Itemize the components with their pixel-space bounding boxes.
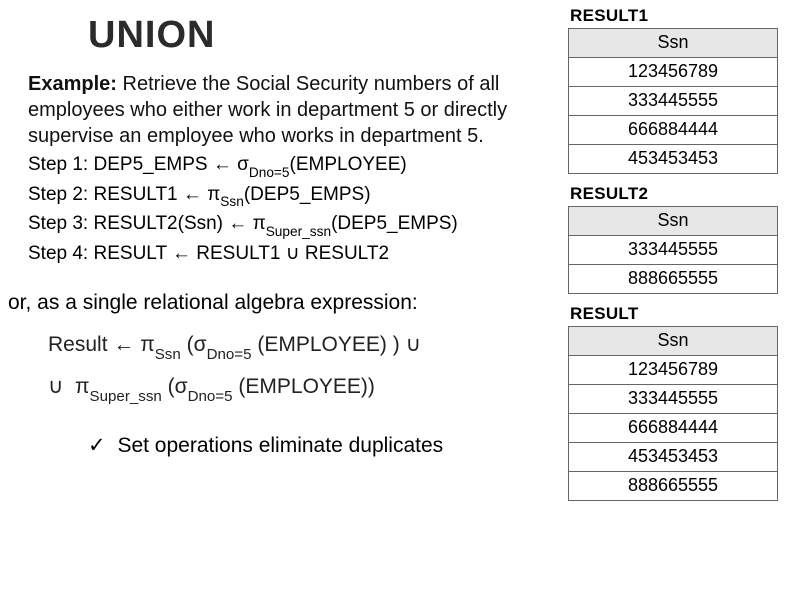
paren: (: [168, 375, 175, 398]
table-row: 123456789: [569, 58, 778, 87]
pi-icon: π: [207, 184, 220, 205]
expr-sub: Dno=5: [249, 165, 290, 180]
result-block: RESULT2Ssn333445555888665555: [568, 184, 790, 294]
expr-lhs: RESULT: [94, 243, 167, 264]
pi-icon: π: [140, 333, 155, 356]
assign-arrow-icon: ←: [228, 213, 247, 234]
table-cell: 666884444: [569, 116, 778, 145]
pi-icon: π: [75, 375, 90, 398]
table-header-cell: Ssn: [569, 327, 778, 356]
paren: (: [187, 333, 194, 356]
step-label: Step 3:: [28, 213, 88, 234]
expr-arg: (EMPLOYEE): [290, 154, 407, 175]
footnote-text: Set operations eliminate duplicates: [117, 434, 443, 457]
expr-arg: (EMPLOYEE)): [238, 375, 375, 398]
sigma-icon: σ: [194, 333, 207, 356]
table-row: 666884444: [569, 414, 778, 443]
assign-arrow-icon: ←: [213, 154, 232, 175]
union-icon: ∪: [406, 333, 421, 356]
step-4: Step 4: RESULT ← RESULT1 ∪ RESULT2: [28, 240, 550, 268]
result-title: RESULT2: [570, 184, 790, 204]
footnote: ✓ Set operations eliminate duplicates: [88, 433, 550, 458]
table-cell: 123456789: [569, 58, 778, 87]
slide: UNION Example: Retrieve the Social Secur…: [0, 0, 800, 600]
step-expression: DEP5_EMPS ← σDno=5(EMPLOYEE): [94, 154, 407, 175]
table-cell: 333445555: [569, 87, 778, 116]
expr-lhs: RESULT2(Ssn): [94, 213, 224, 234]
checkmark-icon: ✓: [88, 434, 106, 457]
table-row: 888665555: [569, 265, 778, 294]
table-cell: 453453453: [569, 145, 778, 174]
table-cell: 888665555: [569, 265, 778, 294]
step-expression: RESULT ← RESULT1 ∪ RESULT2: [94, 243, 390, 264]
expr-sub: Super_ssn: [90, 388, 162, 405]
combined-line-2: ∪ πSuper_ssn (σDno=5 (EMPLOYEE)): [48, 367, 550, 409]
table-row: 453453453: [569, 145, 778, 174]
expr-sub: Super_ssn: [266, 224, 331, 239]
results-column: RESULT1Ssn123456789333445555666884444453…: [568, 6, 790, 511]
combined-expression: Result ← πSsn (σDno=5 (EMPLOYEE) ) ∪ ∪ π…: [48, 325, 550, 409]
expr-arg: RESULT2: [305, 243, 389, 264]
table-row: 333445555: [569, 385, 778, 414]
expr-arg: RESULT1: [196, 243, 280, 264]
result-title: RESULT1: [570, 6, 790, 26]
expr-lhs: Result: [48, 333, 108, 356]
table-header-cell: Ssn: [569, 29, 778, 58]
step-1: Step 1: DEP5_EMPS ← σDno=5(EMPLOYEE): [28, 151, 550, 181]
expr-sub: Dno=5: [207, 346, 252, 363]
expr-lhs: RESULT1: [94, 184, 178, 205]
sigma-icon: σ: [237, 154, 249, 175]
step-2: Step 2: RESULT1 ← πSsn(DEP5_EMPS): [28, 181, 550, 211]
table-row: 888665555: [569, 472, 778, 501]
expr-arg: (DEP5_EMPS): [331, 213, 458, 234]
table-cell: 666884444: [569, 414, 778, 443]
expr-sub: Dno=5: [188, 388, 233, 405]
expr-lhs: DEP5_EMPS: [94, 154, 208, 175]
assign-arrow-icon: ←: [172, 243, 191, 264]
result-block: RESULTSsn1234567893334455556668844444534…: [568, 304, 790, 501]
table-row: 333445555: [569, 87, 778, 116]
assign-arrow-icon: ←: [113, 333, 134, 356]
assign-arrow-icon: ←: [183, 184, 202, 205]
table-row: 666884444: [569, 116, 778, 145]
result-title: RESULT: [570, 304, 790, 324]
table-header-cell: Ssn: [569, 207, 778, 236]
step-3: Step 3: RESULT2(Ssn) ← πSuper_ssn(DEP5_E…: [28, 210, 550, 240]
pi-icon: π: [253, 213, 266, 234]
table-cell: 123456789: [569, 356, 778, 385]
sigma-icon: σ: [175, 375, 188, 398]
example-label: Example:: [28, 73, 117, 95]
step-label: Step 1:: [28, 154, 88, 175]
step-label: Step 2:: [28, 184, 88, 205]
result-table: Ssn123456789333445555666884444453453453: [568, 28, 778, 174]
expr-sub: Ssn: [155, 346, 181, 363]
combined-line-1: Result ← πSsn (σDno=5 (EMPLOYEE) ) ∪: [48, 325, 550, 367]
left-column: UNION Example: Retrieve the Social Secur…: [0, 0, 560, 458]
steps-list: Step 1: DEP5_EMPS ← σDno=5(EMPLOYEE) Ste…: [28, 151, 550, 267]
step-expression: RESULT1 ← πSsn(DEP5_EMPS): [94, 184, 371, 205]
expr-arg: (DEP5_EMPS): [244, 184, 371, 205]
table-row: 453453453: [569, 443, 778, 472]
or-alternative-caption: or, as a single relational algebra expre…: [8, 291, 550, 315]
table-cell: 453453453: [569, 443, 778, 472]
expr-arg: (EMPLOYEE) ): [257, 333, 399, 356]
page-title: UNION: [88, 14, 550, 57]
expr-sub: Ssn: [220, 194, 244, 209]
step-label: Step 4:: [28, 243, 88, 264]
result-table: Ssn333445555888665555: [568, 206, 778, 294]
table-row: 333445555: [569, 236, 778, 265]
step-expression: RESULT2(Ssn) ← πSuper_ssn(DEP5_EMPS): [94, 213, 458, 234]
table-cell: 333445555: [569, 385, 778, 414]
union-icon: ∪: [48, 375, 63, 398]
example-paragraph: Example: Retrieve the Social Security nu…: [28, 71, 550, 149]
table-cell: 888665555: [569, 472, 778, 501]
result-block: RESULT1Ssn123456789333445555666884444453…: [568, 6, 790, 174]
result-table: Ssn1234567893334455556668844444534534538…: [568, 326, 778, 501]
table-cell: 333445555: [569, 236, 778, 265]
union-icon: ∪: [286, 243, 300, 264]
table-row: 123456789: [569, 356, 778, 385]
